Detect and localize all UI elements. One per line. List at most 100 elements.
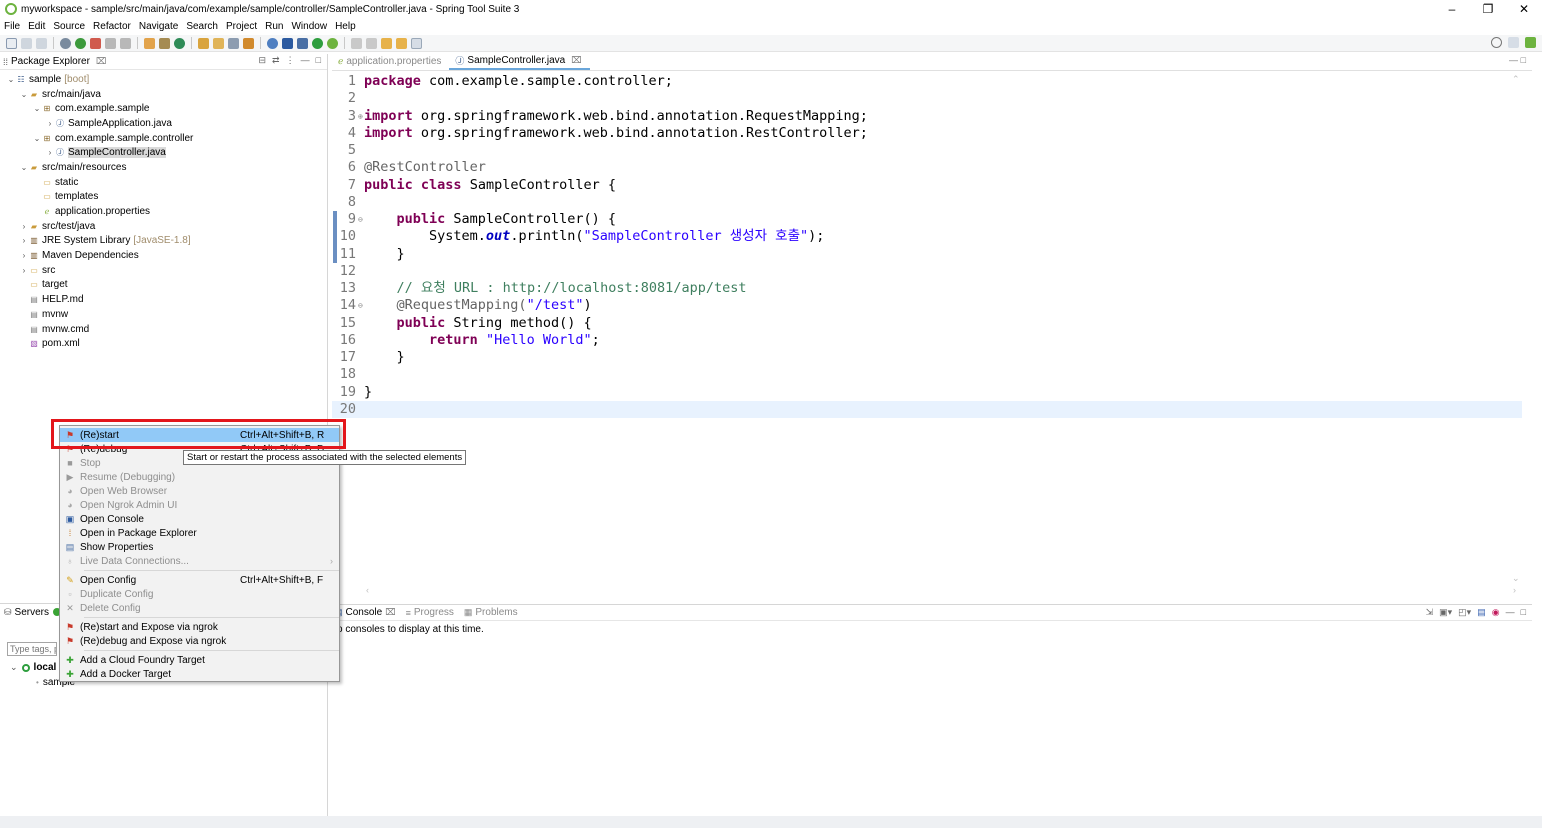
- menu-run[interactable]: Run: [265, 21, 283, 32]
- menu-window[interactable]: Window: [291, 21, 327, 32]
- tree-item[interactable]: ▭ static: [0, 175, 327, 190]
- link-with-editor-icon[interactable]: ⇄: [272, 55, 280, 66]
- chevron-right-icon[interactable]: ›: [45, 148, 55, 157]
- chevron-right-icon[interactable]: ›: [19, 251, 29, 260]
- code-line[interactable]: 9 ⊖ public SampleController() {: [332, 211, 1522, 228]
- next-annotation-icon[interactable]: [351, 37, 362, 49]
- tab-application-properties[interactable]: ℯ application.properties: [332, 54, 449, 70]
- code-editor[interactable]: 1 package com.example.sample.controller; 2…: [332, 73, 1522, 418]
- stop-icon[interactable]: [105, 37, 116, 49]
- tree-item[interactable]: ▤ mvnw.cmd: [0, 322, 327, 337]
- menu-project[interactable]: Project: [226, 21, 257, 32]
- quick-access-search-icon[interactable]: [1491, 37, 1502, 48]
- scroll-down-icon[interactable]: ⌄: [1512, 573, 1520, 584]
- search-toolbar-icon[interactable]: [228, 37, 239, 49]
- tree-item[interactable]: ▤ mvnw: [0, 307, 327, 322]
- tree-item[interactable]: › ▰ src/test/java: [0, 219, 327, 234]
- menu-search[interactable]: Search: [186, 21, 218, 32]
- run-icon[interactable]: [75, 37, 86, 49]
- vertical-scrollbar[interactable]: ⌃ ⌄: [1512, 74, 1524, 584]
- tab-samplecontroller-java[interactable]: Ⓙ SampleController.java ⌧: [449, 54, 590, 70]
- tree-item[interactable]: › ▥ JRE System Library [JavaSE-1.8]: [0, 234, 327, 249]
- display-console-icon[interactable]: ▣▾: [1439, 607, 1452, 618]
- maximize-view-icon[interactable]: □: [316, 55, 321, 66]
- pin-icon[interactable]: [297, 37, 308, 49]
- open-perspective-icon[interactable]: [411, 37, 422, 49]
- menu-refactor[interactable]: Refactor: [93, 21, 131, 32]
- new-icon[interactable]: [6, 37, 17, 49]
- tree-item[interactable]: › ▥ Maven Dependencies: [0, 248, 327, 263]
- code-line[interactable]: 10 System. out .println("SampleController …: [332, 228, 1522, 245]
- code-line[interactable]: 6 @RestController: [332, 159, 1522, 176]
- chevron-down-icon[interactable]: ⌄: [32, 134, 42, 143]
- open-console-icon[interactable]: ◰▾: [1458, 607, 1471, 618]
- menu-edit[interactable]: Edit: [28, 21, 45, 32]
- save-icon[interactable]: [21, 37, 32, 49]
- boot-dashboard-icon[interactable]: [312, 37, 323, 49]
- code-line[interactable]: 4 import org.springframework.web.bind.ann…: [332, 125, 1522, 142]
- chevron-down-icon[interactable]: ⌄: [19, 163, 29, 172]
- menu-navigate[interactable]: Navigate: [139, 21, 178, 32]
- chevron-down-icon[interactable]: ⌄: [6, 75, 16, 84]
- save-all-icon[interactable]: [36, 37, 47, 49]
- tab-progress[interactable]: ≡ Progress: [406, 607, 454, 618]
- scroll-up-icon[interactable]: ⌃: [1512, 74, 1520, 85]
- menu-item-add-a-docker-target[interactable]: ✚ Add a Docker Target: [60, 667, 339, 681]
- minimize-console-icon[interactable]: —: [1506, 607, 1515, 618]
- chevron-down-icon[interactable]: ⌄: [19, 90, 29, 99]
- new-package-icon[interactable]: [159, 37, 170, 49]
- annotation-icon[interactable]: [243, 37, 254, 49]
- chevron-down-icon[interactable]: ⌄: [10, 662, 18, 673]
- previous-annotation-icon[interactable]: [366, 37, 377, 49]
- menu-item-add-a-cloud-foundry-target[interactable]: ✚ Add a Cloud Foundry Target: [60, 653, 339, 667]
- chevron-right-icon[interactable]: ›: [19, 222, 29, 231]
- minimize-view-icon[interactable]: —: [301, 55, 310, 66]
- code-line[interactable]: 8: [332, 194, 1522, 211]
- code-line[interactable]: 3 ⊕ import org.springframework.web.bind.an…: [332, 108, 1522, 125]
- minimize-editor-icon[interactable]: —: [1509, 55, 1518, 65]
- tree-item[interactable]: ▭ templates: [0, 190, 327, 205]
- close-icon[interactable]: ⌧: [571, 55, 581, 66]
- spring-icon[interactable]: [327, 37, 338, 49]
- external-tools-icon[interactable]: [90, 37, 101, 49]
- tag-filter-input[interactable]: [7, 642, 57, 656]
- tab-console[interactable]: ▤ Console ⌧: [334, 607, 396, 618]
- open-folder-icon[interactable]: [213, 37, 224, 49]
- back-icon[interactable]: [381, 37, 392, 49]
- maximize-console-icon[interactable]: □: [1521, 607, 1526, 618]
- tree-item[interactable]: › Ⓙ SampleApplication.java: [0, 116, 327, 131]
- code-line[interactable]: 2: [332, 90, 1522, 107]
- chevron-right-icon[interactable]: ›: [19, 236, 29, 245]
- pin-console-icon[interactable]: ⇲: [1426, 607, 1434, 618]
- new-java-project-icon[interactable]: [144, 37, 155, 49]
- close-window-button[interactable]: ✕: [1506, 0, 1542, 18]
- tree-item[interactable]: › ▭ src: [0, 263, 327, 278]
- copy-icon[interactable]: ▤: [1477, 607, 1486, 618]
- spring-perspective-icon[interactable]: [1525, 37, 1536, 48]
- code-line[interactable]: 7 public class SampleController {: [332, 177, 1522, 194]
- chevron-right-icon[interactable]: ›: [45, 119, 55, 128]
- menu-item-open-console[interactable]: ▣ Open Console: [60, 512, 339, 526]
- code-line[interactable]: 5: [332, 142, 1522, 159]
- menu-file[interactable]: File: [4, 21, 20, 32]
- code-line[interactable]: 17 }: [332, 349, 1522, 366]
- close-icon[interactable]: ⌧: [385, 607, 395, 618]
- maximize-editor-icon[interactable]: □: [1521, 55, 1526, 65]
- tree-item[interactable]: ▭ target: [0, 278, 327, 293]
- restore-button[interactable]: ❐: [1470, 0, 1506, 18]
- menu-item-show-properties[interactable]: ▤ Show Properties: [60, 540, 339, 554]
- code-line[interactable]: 19}: [332, 384, 1522, 401]
- chevron-down-icon[interactable]: ⌄: [32, 104, 42, 113]
- tree-item[interactable]: ⌄ ⊞ com.example.sample.controller: [0, 131, 327, 146]
- code-line[interactable]: 12: [332, 263, 1522, 280]
- menu-source[interactable]: Source: [53, 21, 85, 32]
- globe-icon[interactable]: [267, 37, 278, 49]
- horizontal-scrollbar[interactable]: ‹ ›: [366, 585, 1516, 597]
- scroll-left-icon[interactable]: ‹: [366, 585, 369, 595]
- menu-help[interactable]: Help: [335, 21, 356, 32]
- java-perspective-icon[interactable]: [1508, 37, 1519, 48]
- code-line[interactable]: 20: [332, 400, 1522, 418]
- menu-item-re-debug-and-expose-via-ngrok[interactable]: ⚑ (Re)debug and Expose via ngrok: [60, 634, 339, 648]
- collapse-all-icon[interactable]: ⊟: [258, 55, 266, 66]
- code-line[interactable]: 14 ⊖ @RequestMapping("/test"): [332, 297, 1522, 314]
